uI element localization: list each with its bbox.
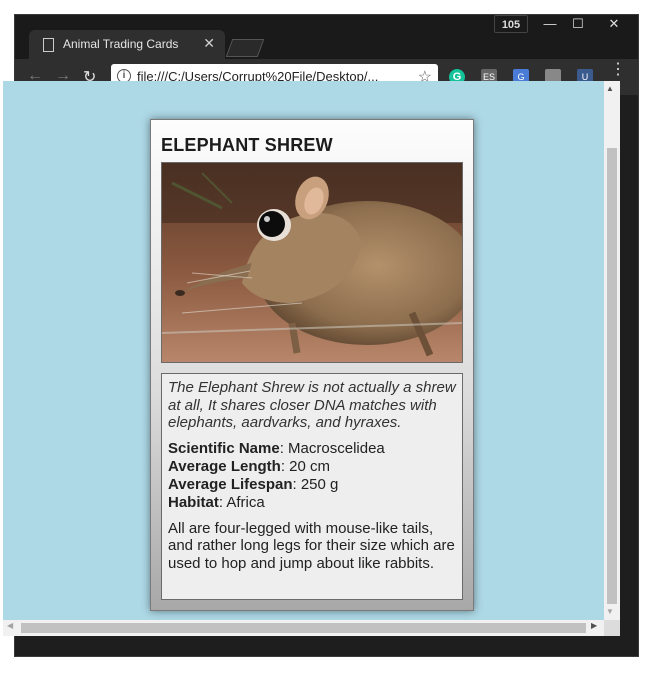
fact-label: Scientific Name [168, 439, 280, 457]
vertical-scroll-thumb[interactable] [607, 148, 617, 604]
scroll-left-arrow-icon[interactable]: ◀ [7, 621, 13, 630]
title-bar: Animal Trading Cards ✕ 105 — ☐ ✕ [15, 15, 638, 59]
menu-kebab-icon[interactable]: ⋮ [610, 62, 626, 78]
card-body-text: All are four-legged with mouse-like tail… [168, 519, 455, 572]
animal-trading-card: ELEPHANT SHREW The Elephant Shrew is not… [150, 119, 474, 611]
card-description: The Elephant Shrew is not actually a shr… [161, 373, 463, 600]
scroll-up-arrow-icon[interactable]: ▲ [606, 84, 614, 93]
horizontal-scroll-thumb[interactable] [21, 623, 586, 633]
fact-label: Habitat [168, 493, 219, 511]
close-icon[interactable]: ✕ [592, 15, 636, 33]
tab-title: Animal Trading Cards [63, 37, 179, 51]
fact-habitat: Habitat: Africa [168, 494, 456, 512]
new-tab-button[interactable] [225, 39, 265, 57]
fact-average-lifespan: Average Lifespan: 250 g [168, 476, 456, 494]
document-icon [43, 38, 54, 52]
elephant-shrew-photo [161, 162, 463, 363]
fact-average-length: Average Length: 20 cm [168, 458, 456, 476]
minimize-icon[interactable]: — [536, 15, 564, 33]
window-controls: 105 — ☐ ✕ [494, 15, 636, 35]
card-title: ELEPHANT SHREW [161, 135, 333, 155]
fact-value: : 20 cm [280, 457, 330, 475]
card-facts: Scientific Name: Macroscelidea Average L… [168, 440, 456, 512]
maximize-icon[interactable]: ☐ [564, 15, 592, 33]
fact-value: : Macroscelidea [279, 439, 385, 457]
tab-active[interactable]: Animal Trading Cards ✕ [29, 30, 225, 59]
fact-label: Average Lifespan [168, 475, 293, 493]
tab-close-icon[interactable]: ✕ [203, 35, 215, 52]
scrollbar-corner [604, 620, 620, 636]
window-badge: 105 [494, 15, 528, 33]
fact-label: Average Length [168, 457, 281, 475]
scroll-right-arrow-icon[interactable]: ▶ [591, 621, 597, 630]
fact-value: : Africa [218, 493, 265, 511]
scroll-down-arrow-icon[interactable]: ▼ [606, 607, 614, 616]
card-intro: The Elephant Shrew is not actually a shr… [168, 379, 456, 431]
fact-scientific-name: Scientific Name: Macroscelidea [168, 440, 456, 458]
fact-value: : 250 g [292, 475, 339, 493]
